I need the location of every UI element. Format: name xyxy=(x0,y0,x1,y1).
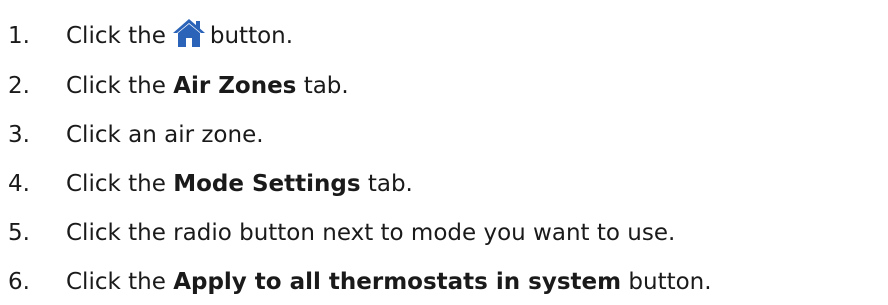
step-number: 4. xyxy=(8,171,30,197)
step-text-before: Click the xyxy=(66,171,166,197)
step-text-before: Click the xyxy=(66,23,166,49)
tab-name-air-zones: Air Zones xyxy=(173,73,297,99)
step-number: 1. xyxy=(8,23,30,49)
instruction-steps: 1. Click the button. 2. Click the Air Zo… xyxy=(0,0,888,303)
step-number: 3. xyxy=(8,122,30,148)
step-text: Click the radio button next to mode you … xyxy=(66,220,676,246)
step-1: 1. Click the button. xyxy=(0,13,293,59)
step-number: 2. xyxy=(8,73,30,99)
step-text: Click the button. xyxy=(66,13,293,59)
step-number: 6. xyxy=(8,269,30,295)
step-text: Click the Mode Settings tab. xyxy=(66,161,413,207)
step-text: Click the Apply to all thermostats in sy… xyxy=(66,259,712,305)
button-name-apply-all: Apply to all thermostats in system xyxy=(173,269,622,295)
step-text-after: button. xyxy=(209,23,294,49)
step-number: 5. xyxy=(8,220,30,246)
step-5: 5. Click the radio button next to mode y… xyxy=(0,210,675,256)
step-2: 2. Click the Air Zones tab. xyxy=(0,63,349,109)
step-text-before: Click the xyxy=(66,73,166,99)
step-text: Click the Air Zones tab. xyxy=(66,63,349,109)
step-4: 4. Click the Mode Settings tab. xyxy=(0,161,413,207)
step-text-after: tab. xyxy=(367,171,413,197)
home-icon xyxy=(172,18,206,48)
step-text-after: tab. xyxy=(303,73,349,99)
step-text-after: button. xyxy=(628,269,712,295)
step-text: Click an air zone. xyxy=(66,122,264,148)
step-6: 6. Click the Apply to all thermostats in… xyxy=(0,259,712,305)
step-text-before: Click the xyxy=(66,269,166,295)
step-3: 3. Click an air zone. xyxy=(0,112,264,158)
tab-name-mode-settings: Mode Settings xyxy=(173,171,361,197)
